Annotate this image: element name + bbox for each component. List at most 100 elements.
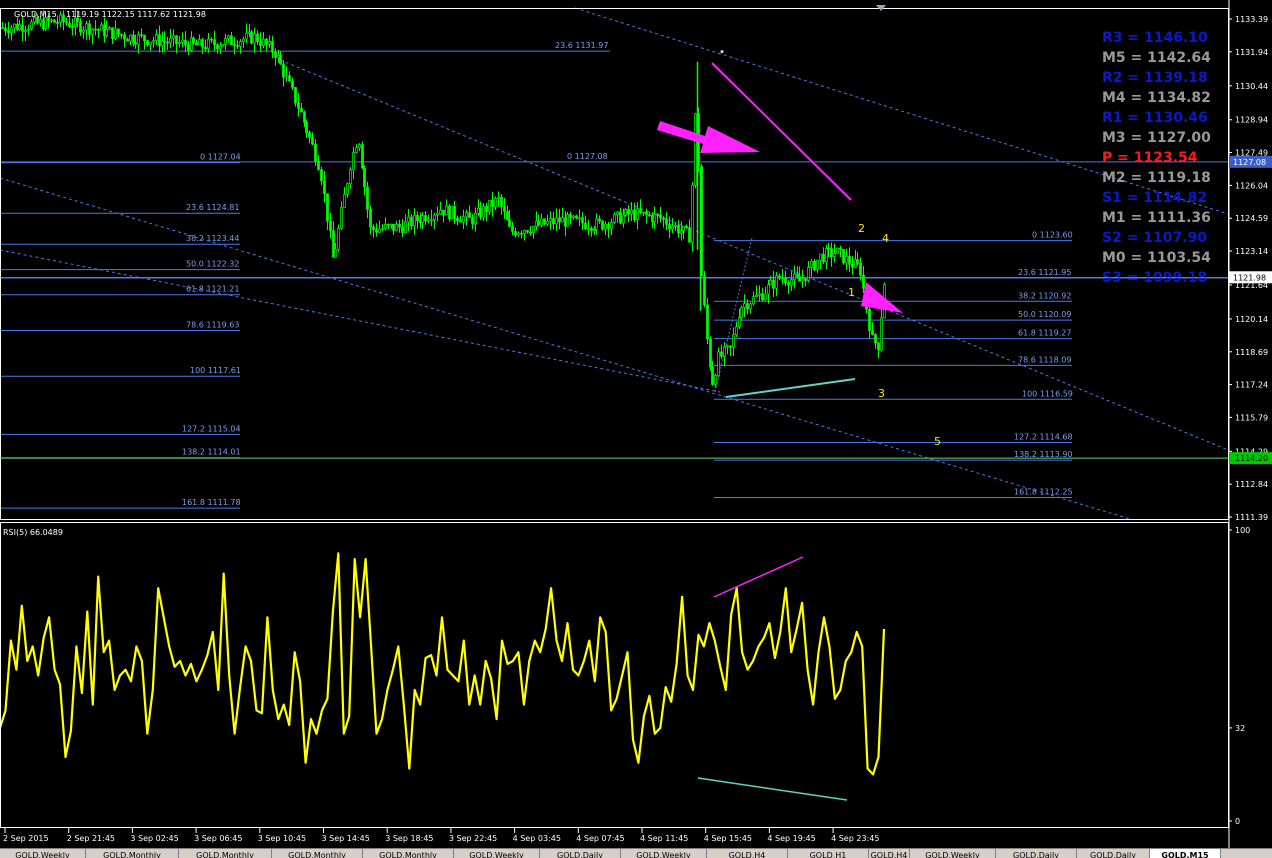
y-tick-label: 1123.14 [1235,247,1268,256]
candle-body [94,28,97,31]
candle-body [242,38,245,42]
candle-body [146,40,149,46]
candle-body [804,278,807,281]
candle-body [874,334,877,344]
candle-body [132,34,135,43]
candle-body [497,196,500,199]
candle-body [21,24,24,32]
candle-body [703,275,706,306]
candle-body [195,42,198,46]
candle-body [627,209,630,215]
candle-body [488,199,491,213]
candle-body [836,247,839,254]
fib-label: 78.6 1119.63 [186,320,239,329]
candle-body [317,161,320,170]
candle-body [114,28,117,39]
last-price-tag: 1121.98 [1233,273,1266,282]
candle-body [639,208,642,213]
candle-body [822,253,825,263]
x-tick-label: 4 Sep 07:45 [576,834,624,843]
candle-body [120,33,123,36]
candle-body [642,211,645,214]
rsi-header: RSI(5) 66.0489 [3,528,63,537]
candle-body [65,21,68,24]
y-tick-label: 1115.79 [1235,413,1268,422]
x-tick-label: 2 Sep 2015 [3,834,49,843]
candle-body [198,39,201,46]
fib-label: 23.6 1131.97 [555,41,608,50]
candle-body [772,279,775,289]
candle-body [726,345,729,348]
candle-body [314,143,317,162]
candle-body [268,41,271,45]
candle-body [775,275,778,289]
candle-body [91,28,94,35]
candle-body [4,27,7,32]
candle-body [445,205,448,216]
fib-label: 78.6 1118.09 [1018,355,1071,364]
candle-body [24,29,27,32]
candle-body [636,208,639,220]
y-tick-label: 1112.84 [1235,480,1268,489]
candle-body [192,37,195,44]
candle-body [494,198,497,208]
pivot-level: M3 = 1127.00 [1102,130,1211,146]
candle-body [807,267,810,281]
candle-body [685,225,688,228]
candle-body [262,38,265,46]
candle-body [743,303,746,308]
candle-body [752,296,755,305]
candle-body [97,29,100,31]
candle-body [668,224,671,230]
y-tick-label: 1130.44 [1235,82,1268,91]
candle-body [213,39,216,46]
candle-body [819,253,822,261]
candle-body [62,14,65,23]
x-tick-label: 3 Sep 06:45 [194,834,242,843]
candle-body [674,224,677,227]
candle-body [169,37,172,44]
x-tick-label: 4 Sep 15:45 [704,834,752,843]
chart-canvas: 23.6 1131.97 0 1127.04 0 1127.08 23.6 1124.… [0,0,1272,848]
candle-body [233,44,236,46]
candle-body [810,260,813,268]
candle-body [578,217,581,220]
candle-body [720,351,723,357]
candle-body [210,38,213,41]
candle-body [346,183,349,195]
candle-body [848,255,851,265]
candle-body [143,35,146,41]
candle-body [474,212,477,225]
candle-body [529,231,532,234]
candle-body [830,248,833,257]
pivot-level: M4 = 1134.82 [1102,90,1211,106]
candle-body [204,46,207,50]
candle-body [300,108,303,113]
candle-body [123,34,126,40]
candle-body [355,147,358,153]
fib-label: 161.8 1112.25 [1014,488,1073,497]
candle-body [500,196,503,207]
candle-body [662,217,665,220]
candle-body [546,220,549,225]
candle-body [430,219,433,221]
candle-body [537,220,540,226]
candle-body [30,21,33,30]
candle-body [468,212,471,218]
candle-body [271,41,274,53]
candle-body [311,136,314,145]
candle-body [256,33,259,43]
candle-body [656,213,659,216]
candle-body [236,45,239,47]
candle-body [207,38,210,50]
fib-label: 50.0 1122.32 [186,260,239,269]
candle-body [303,111,306,123]
x-tick-label: 2 Sep 21:45 [67,834,115,843]
candle-body [1,27,4,30]
candle-body [595,218,598,230]
fib-label: 127.2 1114.68 [1014,433,1073,442]
candle-body [790,279,793,286]
candle-body [340,207,343,229]
candle-body [166,41,169,44]
candle-body [184,39,187,46]
